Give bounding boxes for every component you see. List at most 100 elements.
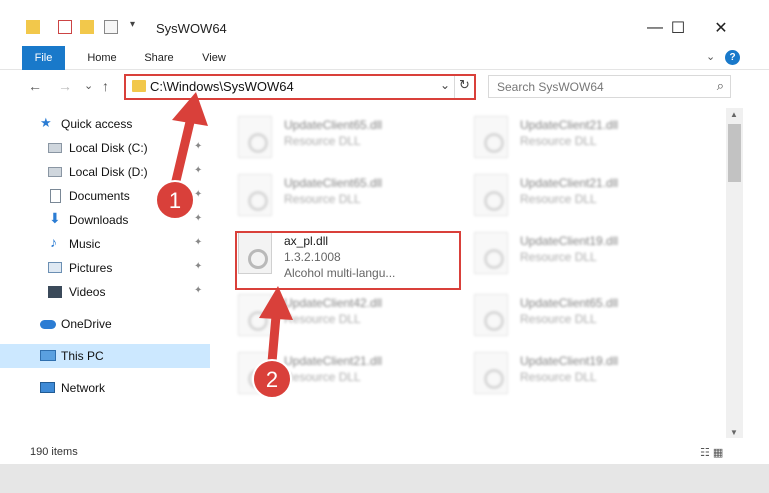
file-name: UpdateClient65.dll xyxy=(520,296,619,310)
sidebar-item-this-pc[interactable]: This PC xyxy=(0,344,210,368)
back-button[interactable]: ← xyxy=(28,78,42,94)
pin-icon: ✦ xyxy=(194,189,203,200)
file-name: UpdateClient65.dll xyxy=(284,176,383,190)
file-item[interactable]: UpdateClient42.dll Resource DLL xyxy=(238,294,458,352)
file-highlight-box xyxy=(235,231,461,290)
dll-file-icon xyxy=(238,116,272,158)
drive-icon xyxy=(48,143,62,153)
forward-button[interactable]: → xyxy=(58,78,72,94)
file-description: Resource DLL xyxy=(520,370,597,384)
file-item[interactable]: UpdateClient21.dll Resource DLL xyxy=(238,352,458,410)
file-item[interactable]: UpdateClient19.dll Resource DLL xyxy=(474,352,694,410)
address-divider xyxy=(454,76,455,98)
file-item[interactable]: UpdateClient21.dll Resource DLL xyxy=(474,116,694,174)
navigation-pane: ★ Quick access Local Disk (C:) ✦ Local D… xyxy=(0,108,210,438)
properties-icon[interactable] xyxy=(58,20,72,34)
tab-file[interactable]: File xyxy=(22,46,65,70)
sidebar-item-local-disk-d[interactable]: Local Disk (D:) ✦ xyxy=(0,160,210,184)
scroll-thumb[interactable] xyxy=(728,124,741,182)
quick-access-dropdown-icon[interactable]: ▾ xyxy=(130,19,135,30)
item-count: 190 items xyxy=(30,446,78,458)
sidebar-item-label: Network xyxy=(61,381,106,395)
sidebar-item-pictures[interactable]: Pictures ✦ xyxy=(0,256,210,280)
sidebar-item-label: Quick access xyxy=(61,117,133,131)
sidebar-item-network[interactable]: Network xyxy=(0,376,210,400)
vertical-scrollbar[interactable]: ▲ ▼ xyxy=(726,108,743,438)
sidebar-item-label: Local Disk (C:) xyxy=(69,141,148,155)
search-input[interactable]: Search SysWOW64 ⌕ xyxy=(488,75,731,98)
pin-icon: ✦ xyxy=(194,213,203,224)
sidebar-item-label: OneDrive xyxy=(61,317,112,331)
search-placeholder: Search SysWOW64 xyxy=(497,80,604,94)
file-name: UpdateClient65.dll xyxy=(284,118,383,132)
file-description: Resource DLL xyxy=(520,134,597,148)
sidebar-item-downloads[interactable]: ⬇ Downloads ✦ xyxy=(0,208,210,232)
file-description: Resource DLL xyxy=(520,250,597,264)
file-item[interactable]: UpdateClient65.dll Resource DLL xyxy=(238,116,458,174)
new-folder-icon[interactable] xyxy=(80,20,94,34)
dll-file-icon xyxy=(474,174,508,216)
scroll-up-icon[interactable]: ▲ xyxy=(730,110,738,119)
tab-share[interactable]: Share xyxy=(138,46,180,70)
file-name: UpdateClient19.dll xyxy=(520,234,619,248)
tab-view[interactable]: View xyxy=(194,46,234,70)
close-button[interactable]: ✕ xyxy=(698,14,744,42)
customize-toolbar-icon[interactable] xyxy=(104,20,118,34)
sidebar-item-label: Documents xyxy=(69,189,130,203)
videos-icon xyxy=(48,286,62,298)
address-path[interactable]: C:\Windows\SysWOW64 xyxy=(150,79,294,94)
scroll-down-icon[interactable]: ▼ xyxy=(730,428,738,437)
help-icon[interactable]: ? xyxy=(725,50,740,65)
sidebar-item-label: Downloads xyxy=(69,213,129,227)
star-icon: ★ xyxy=(40,115,52,130)
pin-icon: ✦ xyxy=(194,261,203,272)
sidebar-item-label: Pictures xyxy=(69,261,113,275)
bottom-edge xyxy=(0,464,769,493)
search-icon[interactable]: ⌕ xyxy=(717,78,724,94)
address-dropdown-icon[interactable]: ⌄ xyxy=(440,78,450,92)
tab-home[interactable]: Home xyxy=(80,46,124,70)
pin-icon: ✦ xyxy=(194,285,203,296)
sidebar-item-videos[interactable]: Videos ✦ xyxy=(0,280,210,304)
sidebar-item-label: This PC xyxy=(61,349,104,363)
file-item[interactable]: UpdateClient19.dll Resource DLL xyxy=(474,232,694,290)
expand-ribbon-icon[interactable]: ⌄ xyxy=(706,50,715,63)
dll-file-icon xyxy=(238,174,272,216)
pictures-icon xyxy=(48,262,62,273)
document-icon xyxy=(50,189,61,203)
file-description: Resource DLL xyxy=(284,370,361,384)
file-item[interactable]: UpdateClient65.dll Resource DLL xyxy=(238,174,458,232)
sidebar-item-music[interactable]: ♪ Music ✦ xyxy=(0,232,210,256)
sidebar-item-onedrive[interactable]: OneDrive xyxy=(0,312,210,336)
file-name: UpdateClient19.dll xyxy=(520,354,619,368)
computer-icon xyxy=(40,350,56,361)
file-description: Resource DLL xyxy=(520,192,597,206)
folder-icon xyxy=(132,80,146,92)
sidebar-item-quick-access[interactable]: ★ Quick access xyxy=(0,112,210,136)
sidebar-item-documents[interactable]: Documents ✦ xyxy=(0,184,210,208)
pin-icon: ✦ xyxy=(194,141,203,152)
download-icon: ⬇ xyxy=(49,210,61,226)
view-mode-icons[interactable]: ☷ ▦ xyxy=(700,446,723,459)
maximize-button[interactable]: ☐ xyxy=(655,14,701,42)
address-bar[interactable]: C:\Windows\SysWOW64 ⌄ ↻ xyxy=(126,76,476,98)
up-button[interactable]: ↑ xyxy=(102,78,109,94)
file-name: UpdateClient21.dll xyxy=(520,176,619,190)
dll-file-icon xyxy=(474,116,508,158)
folder-icon[interactable] xyxy=(26,20,40,34)
sidebar-item-label: Local Disk (D:) xyxy=(69,165,148,179)
sidebar-item-local-disk-c[interactable]: Local Disk (C:) ✦ xyxy=(0,136,210,160)
file-item[interactable]: UpdateClient21.dll Resource DLL xyxy=(474,174,694,232)
recent-locations-button[interactable]: ⌄ xyxy=(84,79,93,92)
dll-file-icon xyxy=(474,294,508,336)
pin-icon: ✦ xyxy=(194,165,203,176)
music-icon: ♪ xyxy=(50,234,57,250)
sidebar-item-label: Videos xyxy=(69,285,106,299)
file-name: UpdateClient21.dll xyxy=(284,354,383,368)
cloud-icon xyxy=(40,320,56,329)
drive-icon xyxy=(48,167,62,177)
file-description: Resource DLL xyxy=(284,312,361,326)
file-item[interactable]: UpdateClient65.dll Resource DLL xyxy=(474,294,694,352)
refresh-icon[interactable]: ↻ xyxy=(459,77,470,93)
dll-file-icon xyxy=(474,232,508,274)
